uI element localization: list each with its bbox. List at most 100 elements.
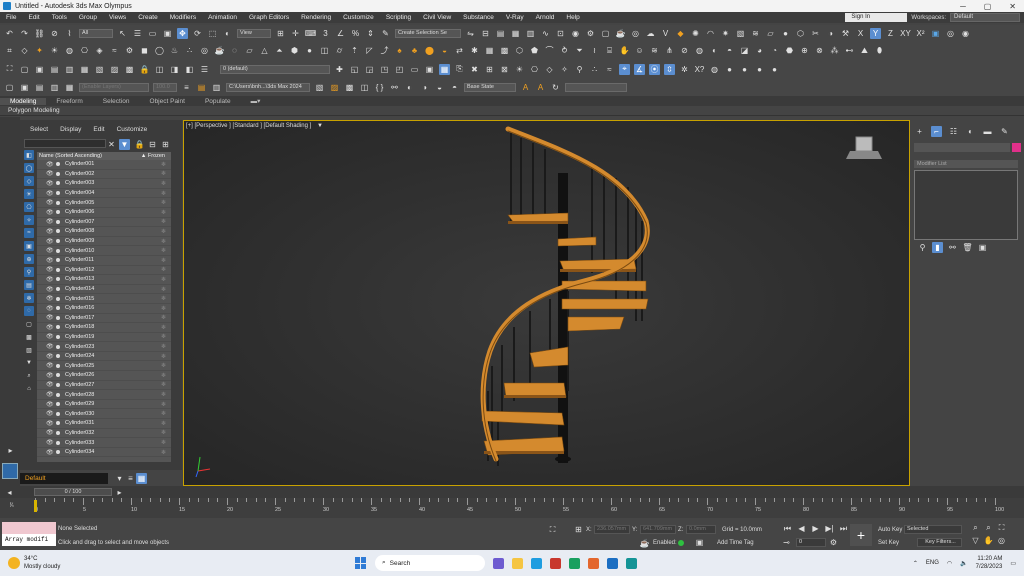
visibility-icon[interactable]: 👁 xyxy=(46,209,56,216)
sign-in-button[interactable]: Sign In xyxy=(845,13,908,22)
vray-plane-icon[interactable]: ▱ xyxy=(765,28,776,39)
freeze-icon[interactable]: ❄ xyxy=(161,161,171,168)
menu-civil-view[interactable]: Civil View xyxy=(417,14,457,21)
rendered-frame-window-icon[interactable]: ▢ xyxy=(600,28,611,39)
twist-icon[interactable]: ⥁ xyxy=(559,45,570,56)
menu-animation[interactable]: Animation xyxy=(202,14,243,21)
freeze-icon[interactable]: ❄ xyxy=(161,257,171,264)
box-mode-icon[interactable]: ▢ xyxy=(4,82,15,93)
hair-icon[interactable]: ⋔ xyxy=(664,45,675,56)
freeze-icon[interactable]: ❄ xyxy=(161,449,171,456)
terrain-icon[interactable]: ⛰ xyxy=(859,45,870,56)
visibility-icon[interactable]: 👁 xyxy=(46,161,56,168)
layer-explorer-icon[interactable]: ▦ xyxy=(510,28,521,39)
state-record-icon[interactable]: ◐ xyxy=(404,82,415,93)
layer-manager-icon[interactable]: ≡ xyxy=(125,473,136,484)
freeze-icon[interactable]: ❄ xyxy=(161,372,171,379)
enable-layers-field[interactable]: (Enable Layers) xyxy=(79,82,149,92)
menu-views[interactable]: Views xyxy=(103,14,132,21)
proboolean-icon[interactable]: ⊗ xyxy=(814,45,825,56)
pyramid-icon[interactable]: △ xyxy=(259,45,270,56)
curve-editor-icon[interactable]: ∿ xyxy=(540,28,551,39)
arnold-light-icon[interactable]: ● xyxy=(724,64,735,75)
list-item[interactable]: 👁 Cylinder004 ❄ xyxy=(37,189,171,199)
taper-icon[interactable]: ⏷ xyxy=(574,45,585,56)
snap-spinner-icon[interactable]: ⇳ xyxy=(664,63,675,75)
freeze-icon[interactable]: ❄ xyxy=(161,170,171,177)
menu-group[interactable]: Group xyxy=(73,14,103,21)
current-frame-marker[interactable] xyxy=(34,500,37,512)
list-item[interactable]: 👁 Cylinder006 ❄ xyxy=(37,208,171,218)
time-config-icon[interactable]: ⚙ xyxy=(828,537,839,548)
torus-icon[interactable]: ◌ xyxy=(229,45,240,56)
named-selection-dropdown[interactable]: Create Selection Se xyxy=(395,28,461,38)
visibility-icon[interactable]: 👁 xyxy=(46,247,56,254)
menu-customize[interactable]: Customize xyxy=(337,14,380,21)
container-save-icon[interactable]: ▨ xyxy=(109,64,120,75)
project-open-icon[interactable]: ▧ xyxy=(314,82,325,93)
display-frozen-icon[interactable]: ❄ xyxy=(24,293,34,303)
list-item[interactable]: 👁 Cylinder023 ❄ xyxy=(37,342,171,352)
visibility-icon[interactable]: 👁 xyxy=(46,420,56,427)
redo-icon[interactable]: ↷ xyxy=(19,28,30,39)
time-slider-expand-icon[interactable]: ◂ xyxy=(4,487,15,498)
layer-dropdown[interactable]: Default xyxy=(20,472,108,484)
freeze-icon[interactable]: ❄ xyxy=(161,439,171,446)
visibility-icon[interactable]: 👁 xyxy=(46,429,56,436)
render-online-icon[interactable]: ☁ xyxy=(645,28,656,39)
freeze-icon[interactable]: ❄ xyxy=(161,286,171,293)
freeze-layer-icon[interactable]: ▣ xyxy=(424,64,435,75)
schematic-view-icon[interactable]: ⊡ xyxy=(555,28,566,39)
container-inherit-icon[interactable]: ▥ xyxy=(64,64,75,75)
prooptimizer-icon[interactable]: ◐ xyxy=(709,45,720,56)
list-item[interactable]: 👁 Cylinder025 ❄ xyxy=(37,361,171,372)
visibility-icon[interactable]: 👁 xyxy=(46,362,56,369)
visibility-icon[interactable]: 👁 xyxy=(46,257,56,264)
vray-vfb-icon[interactable]: V xyxy=(660,28,671,39)
freeze-icon[interactable]: ❄ xyxy=(161,180,171,187)
layer-sort-icon[interactable]: ▦ xyxy=(136,472,147,484)
create-tab-icon[interactable]: + xyxy=(914,126,925,137)
freeze-icon[interactable]: ❄ xyxy=(161,353,171,360)
play-icon[interactable]: ▶ xyxy=(810,523,821,534)
menu-vray[interactable]: V-Ray xyxy=(500,14,530,21)
freeze-icon[interactable]: ❄ xyxy=(161,401,171,408)
time-slider-next-icon[interactable]: ▸ xyxy=(114,487,125,498)
tray-overflow-icon[interactable]: ⌃ xyxy=(913,560,918,567)
freeze-icon[interactable]: ❄ xyxy=(161,410,171,417)
list-item[interactable]: 👁 Cylinder028 ❄ xyxy=(37,390,171,400)
explorer-menu-customize[interactable]: Customize xyxy=(117,126,148,133)
link-icon[interactable]: ⛓ xyxy=(34,28,45,39)
cone-icon[interactable]: ⏶ xyxy=(274,45,285,56)
isolate-icon[interactable]: ⛶ xyxy=(4,64,15,75)
tab-populate[interactable]: Populate xyxy=(195,98,241,105)
freeze-icon[interactable]: ❄ xyxy=(161,420,171,427)
3dsmax-icon[interactable] xyxy=(626,557,637,569)
ribbon-options-icon[interactable]: ▬▾ xyxy=(241,97,271,105)
camera-layer-icon[interactable]: ⎔ xyxy=(529,64,540,75)
brace-icon[interactable]: { } xyxy=(374,82,385,93)
compositor-dropdown[interactable] xyxy=(565,82,627,92)
visibility-icon[interactable]: 👁 xyxy=(46,238,56,245)
layer-set-icon[interactable]: ≡ xyxy=(181,82,192,93)
light-lister-icon[interactable]: ✦ xyxy=(34,45,45,56)
vertex-mode-icon[interactable]: ▥ xyxy=(49,82,60,93)
container-source-icon[interactable]: ◧ xyxy=(184,64,195,75)
relax-icon[interactable]: ◓ xyxy=(724,45,735,56)
arnold-ipr-icon[interactable]: ◉ xyxy=(960,28,971,39)
remove-modifier-icon[interactable]: 🗑 xyxy=(962,242,973,253)
wifi-icon[interactable]: ◠ xyxy=(947,560,952,567)
turbosmooth-icon[interactable]: ✱ xyxy=(469,45,480,56)
tab-modeling[interactable]: Modeling xyxy=(0,97,47,105)
display-spacewarps-icon[interactable]: ≈ xyxy=(24,228,34,238)
perspective-viewport[interactable] xyxy=(183,120,910,486)
ffd-icon[interactable]: ⌸ xyxy=(604,45,615,56)
pan-icon[interactable]: ✋ xyxy=(983,535,994,546)
weather-widget[interactable]: 34°C Mostly cloudy xyxy=(0,555,100,571)
display-bones-icon[interactable]: ⚲ xyxy=(24,267,34,277)
render-iterative-icon[interactable]: ◎ xyxy=(630,28,641,39)
project-list-icon[interactable]: ▥ xyxy=(211,82,222,93)
snap-help-icon[interactable]: X? xyxy=(694,64,705,75)
select-move-icon[interactable]: ✥ xyxy=(177,27,188,39)
align-icon[interactable]: ⊟ xyxy=(480,28,491,39)
